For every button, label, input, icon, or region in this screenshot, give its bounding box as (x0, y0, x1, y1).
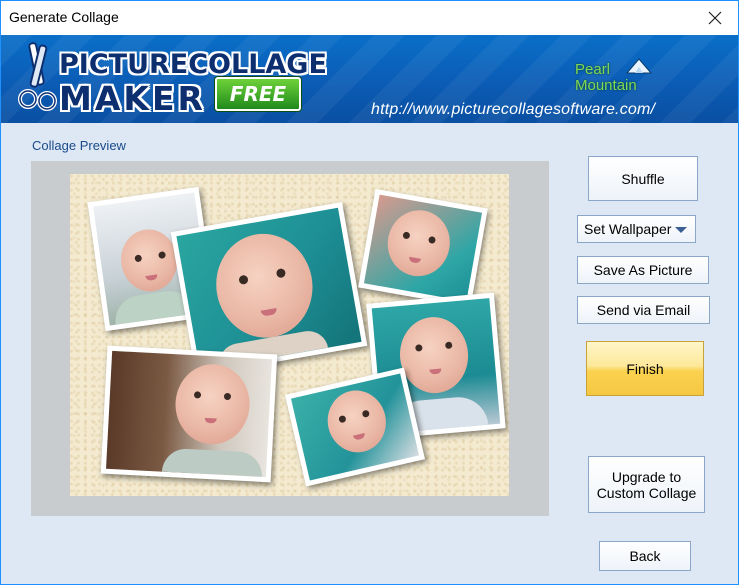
collage-preview-frame (31, 161, 549, 516)
collage-photo (100, 345, 278, 483)
close-icon (708, 11, 722, 25)
back-button[interactable]: Back (599, 541, 691, 571)
dropdown-arrow-icon (675, 227, 687, 233)
finish-button[interactable]: Finish (586, 341, 704, 396)
collage-photo (358, 188, 488, 308)
scissors-logo-icon (18, 42, 57, 111)
website-url: http://www.picturecollagesoftware.com/ (371, 101, 656, 118)
send-via-email-button[interactable]: Send via Email (577, 296, 710, 324)
brand-line2: Mountain (575, 77, 637, 94)
title-bar: Generate Collage (1, 1, 738, 35)
free-badge: FREE (215, 77, 301, 111)
generate-collage-window: Generate Collage PICTURECOLLAGE MAKER FR… (0, 0, 739, 585)
set-wallpaper-dropdown[interactable]: Set Wallpaper (577, 215, 696, 243)
upgrade-button[interactable]: Upgrade to Custom Collage (588, 456, 705, 513)
set-wallpaper-label: Set Wallpaper (584, 221, 672, 237)
logo-text-line2: MAKER (59, 79, 206, 118)
shuffle-button[interactable]: Shuffle (588, 156, 698, 201)
collage-preview-image (70, 174, 509, 496)
pearl-mountain-logo: Pearl Mountain (575, 55, 665, 95)
save-as-picture-button[interactable]: Save As Picture (577, 256, 709, 284)
close-button[interactable] (692, 1, 738, 35)
window-title: Generate Collage (9, 9, 119, 25)
logo-text-line1: PICTURECOLLAGE (59, 49, 327, 80)
collage-preview-label: Collage Preview (32, 138, 126, 153)
product-banner: PICTURECOLLAGE MAKER FREE Pearl Mountain… (1, 35, 738, 123)
collage-photo (284, 367, 426, 487)
brand-line1: Pearl (575, 61, 611, 78)
